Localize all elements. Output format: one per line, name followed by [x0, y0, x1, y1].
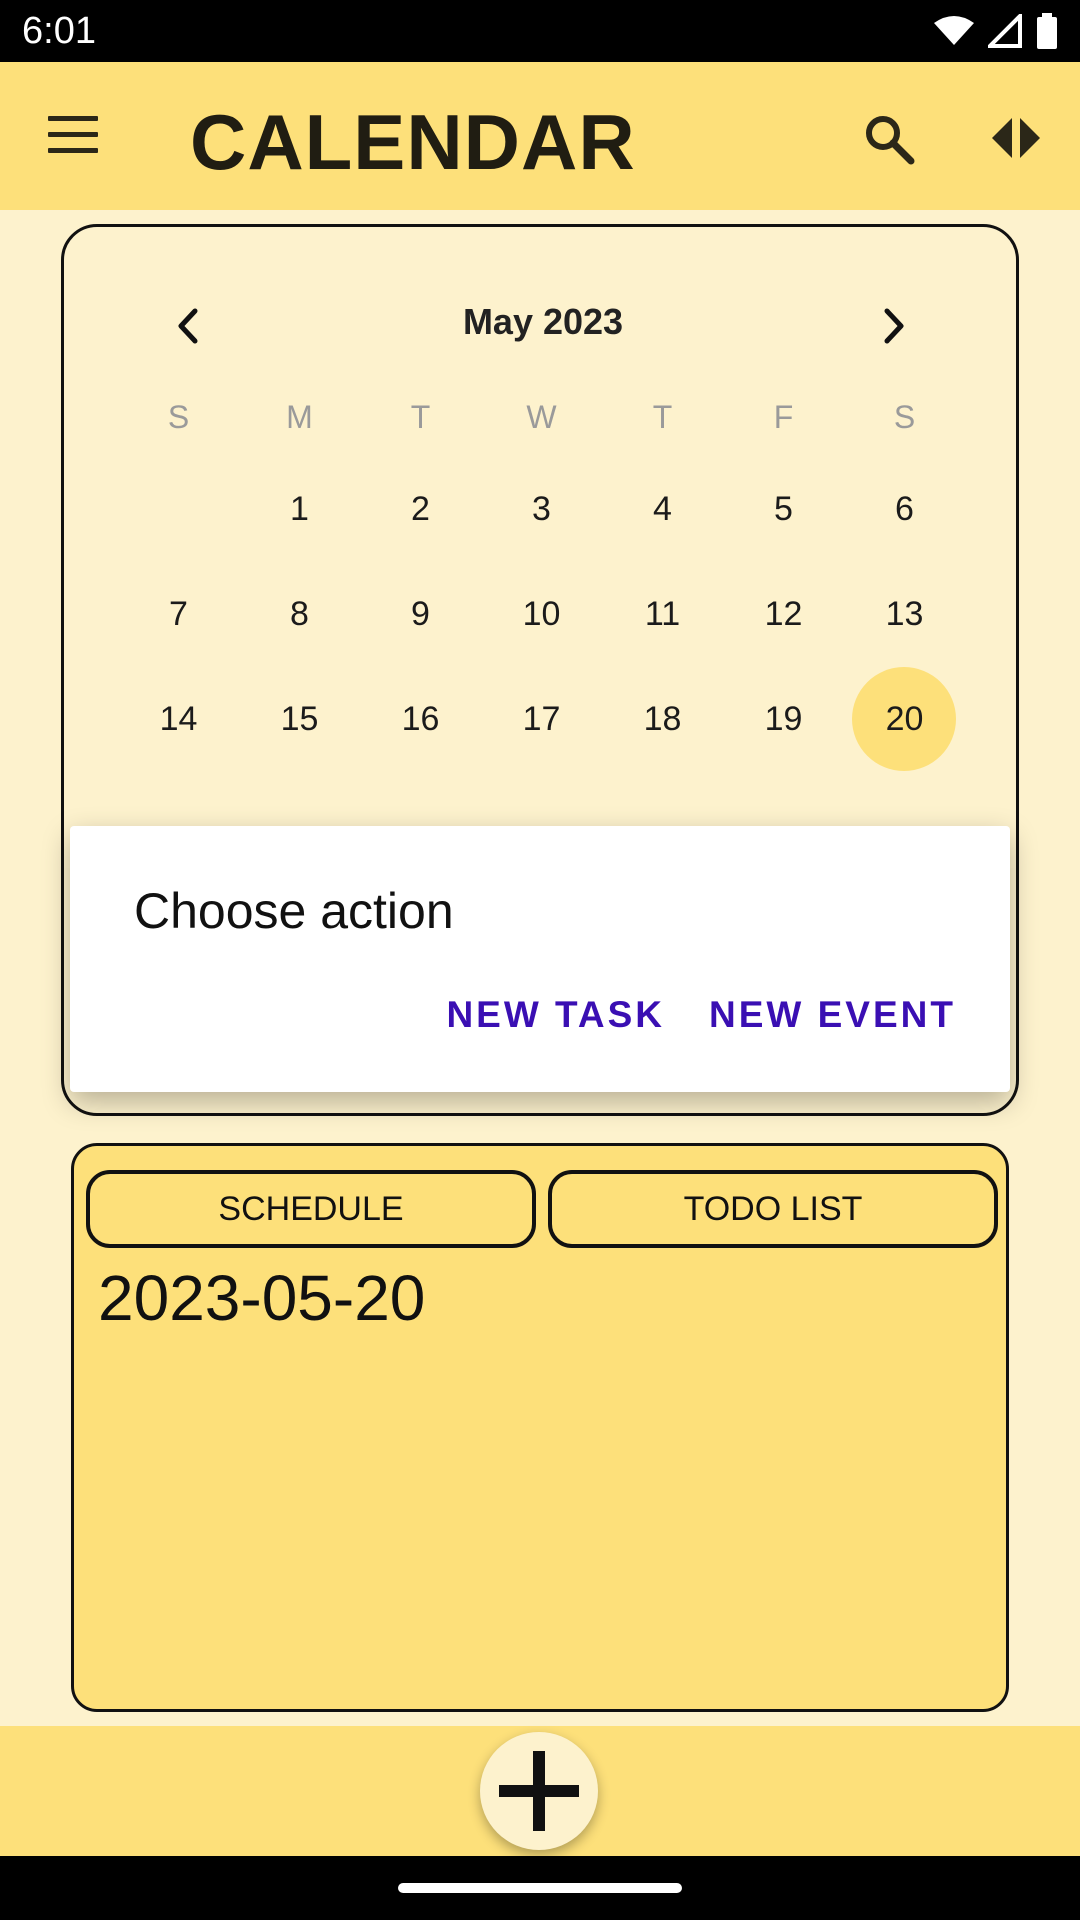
dialog-actions: NEW TASK NEW EVENT [446, 994, 956, 1036]
menu-icon-line [48, 132, 98, 137]
menu-button[interactable] [48, 116, 100, 156]
signal-icon [988, 14, 1022, 48]
weekday-label: T [652, 398, 673, 435]
status-bar: 6:01 [0, 0, 1080, 62]
weekday-label: T [410, 398, 431, 435]
home-indicator[interactable] [398, 1883, 682, 1893]
dialog-title: Choose action [134, 883, 454, 939]
plus-icon [499, 1751, 579, 1831]
view-toggle-icon[interactable] [990, 114, 1042, 162]
add-button[interactable] [480, 1732, 598, 1850]
calendar-grid: S M T W T F S 1 2 3 4 5 6 7 8 9 10 11 12… [118, 377, 965, 772]
schedule-tab-button[interactable]: SCHEDULE [86, 1170, 536, 1248]
week-row: 7 8 9 10 11 12 13 [118, 562, 965, 667]
day-cell[interactable]: 13 [844, 562, 965, 667]
menu-icon-line [48, 148, 98, 153]
weekday-label: S [167, 398, 190, 435]
month-label: May 2023 [462, 301, 624, 342]
new-task-button[interactable]: NEW TASK [446, 994, 665, 1036]
weekday-row: S M T W T F S [118, 377, 965, 457]
wifi-icon [934, 16, 974, 45]
weekday-label: M [286, 398, 313, 435]
day-cell[interactable]: 8 [239, 562, 360, 667]
day-cell[interactable]: 7 [118, 562, 239, 667]
status-time: 6:01 [22, 9, 96, 52]
battery-icon [1037, 13, 1057, 49]
calendar-header: May 2023 [64, 287, 1022, 357]
app-bar: CALENDAR [0, 62, 1080, 210]
weekday-label: S [893, 398, 916, 435]
search-icon[interactable] [862, 112, 916, 166]
week-row: 1 2 3 4 5 6 [118, 457, 965, 562]
day-cell[interactable]: 9 [360, 562, 481, 667]
day-cell[interactable]: 5 [723, 457, 844, 562]
todo-list-tab-button[interactable]: TODO LIST [548, 1170, 998, 1248]
weekday-label: W [526, 398, 557, 435]
day-cell[interactable]: 2 [360, 457, 481, 562]
selected-date-label: 2023-05-20 [98, 1262, 426, 1334]
new-event-button[interactable]: NEW EVENT [709, 994, 956, 1036]
day-cell[interactable]: 11 [602, 562, 723, 667]
day-cell[interactable]: 15 [239, 667, 360, 772]
day-cell[interactable]: 1 [239, 457, 360, 562]
weekday-label: F [773, 398, 794, 435]
prev-month-button[interactable] [164, 301, 214, 351]
schedule-panel: SCHEDULE TODO LIST 2023-05-20 [71, 1143, 1009, 1712]
day-cell[interactable]: 16 [360, 667, 481, 772]
status-icons [934, 13, 1058, 49]
app-title: CALENDAR [190, 98, 636, 186]
selected-day-number: 20 [885, 700, 924, 738]
choose-action-dialog: Choose action NEW TASK NEW EVENT [70, 826, 1010, 1092]
day-cell[interactable]: 18 [602, 667, 723, 772]
day-cell[interactable]: 19 [723, 667, 844, 772]
menu-icon [48, 116, 98, 121]
day-cell-selected[interactable]: 20 [844, 667, 965, 772]
week-row: 14 15 16 17 18 19 20 [118, 667, 965, 772]
day-cell-empty [118, 457, 239, 562]
next-month-button[interactable] [868, 301, 918, 351]
day-cell[interactable]: 3 [481, 457, 602, 562]
day-cell[interactable]: 6 [844, 457, 965, 562]
day-cell[interactable]: 4 [602, 457, 723, 562]
day-cell[interactable]: 10 [481, 562, 602, 667]
day-cell[interactable]: 14 [118, 667, 239, 772]
day-cell[interactable]: 17 [481, 667, 602, 772]
day-cell[interactable]: 12 [723, 562, 844, 667]
